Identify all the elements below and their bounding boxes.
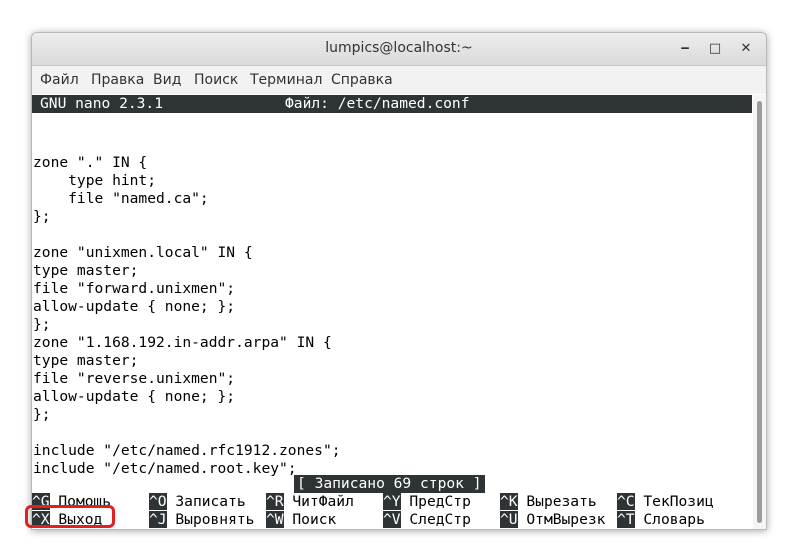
scrollbar-thumb[interactable] [757,101,762,523]
shortcut-label: ТекПозиц [643,493,714,510]
shortcut-ctrl-y[interactable]: ^Y ПредСтр [383,493,471,511]
code-line: type master; [33,262,139,279]
code-line: file "forward.unixmen"; [33,280,236,297]
shortcut-key: ^U [500,511,518,528]
shortcut-ctrl-r[interactable]: ^R ЧитФайл [266,493,354,511]
shortcut-label: Записать [175,493,246,510]
code-line: }; [33,406,51,423]
scrollbar[interactable] [753,95,766,529]
shortcut-label: Словарь [643,511,705,528]
shortcut-key: ^K [500,493,518,510]
shortcut-key: ^Y [383,493,401,510]
shortcut-ctrl-c[interactable]: ^C ТекПозиц [617,493,714,511]
menu-help[interactable]: Справка [331,72,393,88]
shortcut-ctrl-v[interactable]: ^V СледСтр [383,511,471,529]
shortcut-key: ^J [149,511,167,528]
code-line: file "named.ca"; [33,190,209,207]
nano-file-label: Файл: /etc/named.conf [285,95,470,112]
shortcut-label: ОтмВырезк [526,511,606,528]
maximize-icon[interactable]: □ [705,39,725,59]
menu-search[interactable]: Поиск [194,72,238,88]
code-line: allow-update { none; }; [33,388,236,405]
shortcut-label: ПредСтр [409,493,471,510]
code-line: file "reverse.unixmen"; [33,370,236,387]
shortcut-ctrl-o[interactable]: ^O Записать [149,493,246,511]
menu-edit[interactable]: Правка [91,72,144,88]
exit-shortcut-highlight [25,505,115,528]
menu-bar: Файл Правка Вид Поиск Терминал Справка [32,66,766,94]
nano-version: GNU nano 2.3.1 [40,95,164,112]
shortcut-ctrl-t[interactable]: ^T Словарь [617,511,705,529]
code-line: type hint; [33,172,157,189]
terminal-window: lumpics@localhost:~ ‒ □ ✕ Файл Правка Ви… [31,32,767,530]
shortcut-label: СледСтр [409,511,471,528]
shortcut-ctrl-k[interactable]: ^K Вырезать [500,493,597,511]
shortcut-key: ^T [617,511,635,528]
code-line: zone "unixmen.local" IN { [33,244,253,261]
close-icon[interactable]: ✕ [736,39,756,59]
minimize-icon[interactable]: ‒ [675,39,695,59]
shortcut-label: Выровнять [175,511,255,528]
code-line: include "/etc/named.rfc1912.zones"; [33,442,341,459]
shortcut-label: ЧитФайл [292,493,354,510]
shortcut-ctrl-w[interactable]: ^W Поиск [266,511,336,529]
shortcut-key: ^C [617,493,635,510]
title-bar[interactable]: lumpics@localhost:~ ‒ □ ✕ [32,33,766,66]
shortcut-ctrl-j[interactable]: ^J Выровнять [149,511,254,529]
code-line: zone "." IN { [33,154,148,171]
menu-terminal[interactable]: Терминал [250,72,322,88]
code-line: }; [33,316,51,333]
shortcut-key: ^O [149,493,167,510]
shortcut-key: ^R [266,493,284,510]
code-line: }; [33,208,51,225]
code-line: zone "1.168.192.in-addr.arpa" IN { [33,334,332,351]
terminal-area[interactable]: GNU nano 2.3.1 Файл: /etc/named.conf zon… [32,95,752,529]
nano-header-bar: GNU nano 2.3.1 Файл: /etc/named.conf [32,95,752,113]
status-message: [ Записано 69 строк ] [294,475,485,493]
menu-file[interactable]: Файл [40,72,79,88]
shortcut-label: Вырезать [526,493,597,510]
shortcut-label: Поиск [292,511,337,528]
code-line: include "/etc/named.root.key"; [33,460,297,477]
shortcut-ctrl-u[interactable]: ^U ОтмВырезк [500,511,605,529]
window-title: lumpics@localhost:~ [325,40,473,56]
shortcut-key: ^W [266,511,284,528]
code-line: type master; [33,352,139,369]
menu-view[interactable]: Вид [153,72,181,88]
shortcut-key: ^V [383,511,401,528]
code-line: allow-update { none; }; [33,298,236,315]
